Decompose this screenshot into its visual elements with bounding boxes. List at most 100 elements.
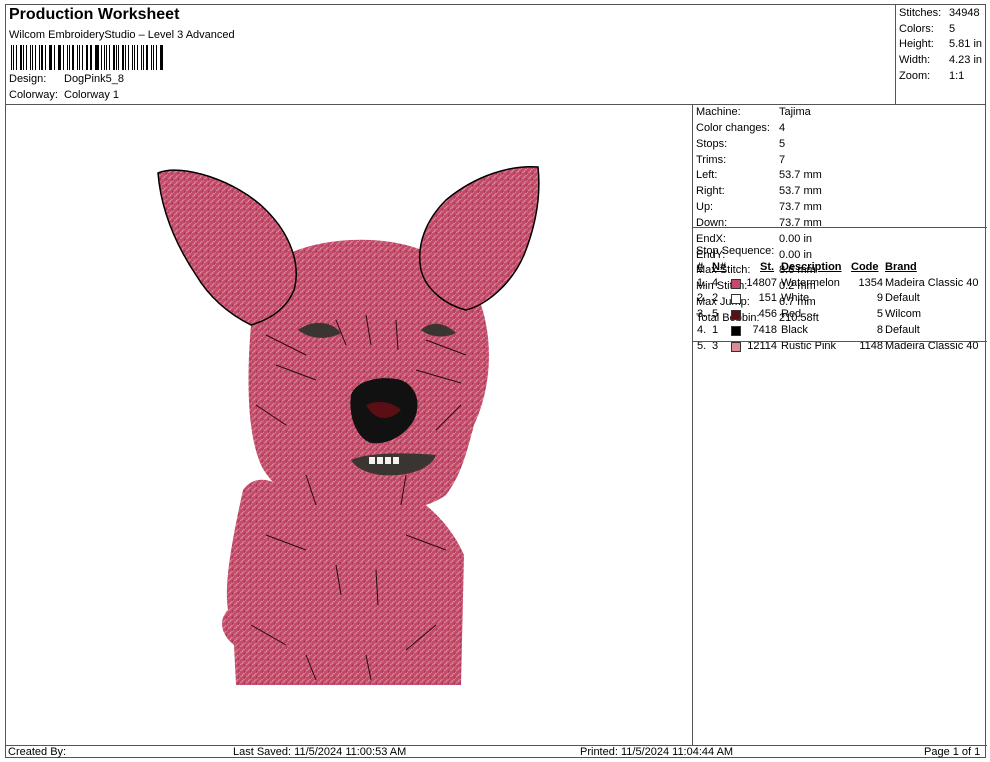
barcode-bar xyxy=(161,45,163,70)
stop-cell-brand: Madeira Classic 40 xyxy=(885,276,979,289)
barcode-bar xyxy=(122,45,125,70)
stop-cell-st: 151 xyxy=(758,292,777,305)
created-by: Created By: xyxy=(8,746,67,758)
barcode-bar xyxy=(34,45,37,70)
divider xyxy=(693,341,987,342)
stop-sequence-title: Stop Sequence: xyxy=(696,245,775,257)
summary-row: Width: 4.23 in xyxy=(899,54,983,67)
barcode-bar xyxy=(156,45,157,70)
stop-cell-code: 1354 xyxy=(858,276,883,289)
stop-cell-num: 4. xyxy=(697,323,707,336)
stop-sequence-header: # N# St. Description Code Brand xyxy=(697,260,917,273)
stop-cell-num: 2. xyxy=(697,292,707,305)
barcode-bar xyxy=(152,45,155,70)
barcode-bar xyxy=(25,45,28,70)
barcode-bar xyxy=(136,45,138,70)
barcode-bar xyxy=(30,45,31,70)
worksheet-frame: Production Worksheet Wilcom EmbroiderySt… xyxy=(5,4,987,759)
design-value: DogPink5_8 xyxy=(64,73,124,85)
barcode-bar xyxy=(104,45,105,70)
barcode-bar xyxy=(19,45,23,70)
barcode-bar xyxy=(11,45,13,70)
barcode-bar xyxy=(105,45,108,70)
stop-cell-code: 5 xyxy=(876,308,883,321)
colorway-label: Colorway: xyxy=(9,89,58,101)
barcode-bar xyxy=(96,45,99,70)
stop-row: 1. 4 14807 Watermelon 1354 Madeira Classic 40 xyxy=(693,276,987,292)
barcode-bar xyxy=(125,45,126,70)
info-row: Machine: Tajima xyxy=(696,106,811,118)
design-row: Design: DogPink5_8 xyxy=(9,73,124,85)
barcode-bar xyxy=(145,45,148,70)
summary-row: Stitches: 34948 xyxy=(899,7,980,19)
summary-row: Colors: 5 xyxy=(899,22,956,35)
summary-row: Height: 5.81 in xyxy=(899,38,983,51)
stop-row: 3. 5 456 Red 5 Wilcom xyxy=(693,307,987,323)
barcode-bar xyxy=(68,45,70,70)
info-row: Right: 53.7 mm xyxy=(696,185,822,198)
barcode-image xyxy=(11,45,165,70)
stop-cell-st: 7418 xyxy=(752,323,777,336)
barcode-bar xyxy=(142,45,144,70)
worksheet-footer: Created By: Last Saved: 11/5/2024 11:00:… xyxy=(6,745,987,759)
barcode-bar xyxy=(113,45,115,70)
colorway-value: Colorway 1 xyxy=(64,89,120,101)
last-saved: Last Saved: 11/5/2024 11:00:53 AM xyxy=(233,746,407,758)
color-swatch xyxy=(731,310,741,321)
barcode-bar xyxy=(118,45,120,70)
dog-embroidery-image xyxy=(157,166,540,685)
barcode-bar xyxy=(150,45,152,70)
barcode-bar xyxy=(39,45,40,70)
barcode-bar xyxy=(85,45,87,70)
divider xyxy=(693,227,987,228)
stop-cell-brand: Wilcom xyxy=(885,308,922,321)
info-row: Up: 73.7 mm xyxy=(696,201,822,214)
stop-sequence-table: Stop Sequence: # N# St. Description Code… xyxy=(693,244,987,355)
stop-cell-n: 4 xyxy=(712,276,719,289)
stop-cell-code: 9 xyxy=(876,292,883,305)
barcode-bar xyxy=(62,45,65,70)
stop-row: 2. 2 151 White 9 Default xyxy=(693,291,987,307)
barcode-bar xyxy=(40,45,44,70)
barcode-bar xyxy=(59,45,61,70)
barcode-bar xyxy=(115,45,117,70)
design-label: Design: xyxy=(9,73,47,85)
stop-cell-n: 2 xyxy=(712,292,719,305)
barcode-bar xyxy=(82,45,83,70)
barcode-bar xyxy=(31,45,33,70)
barcode-bar xyxy=(45,45,46,70)
stop-cell-st: 456 xyxy=(758,308,777,321)
barcode-bar xyxy=(100,45,102,70)
barcode-bar xyxy=(57,45,59,70)
stop-cell-desc: Black xyxy=(781,323,808,336)
stop-cell-n: 1 xyxy=(712,323,719,336)
color-swatch xyxy=(731,325,741,336)
barcode-bar xyxy=(76,45,78,70)
barcode-bar xyxy=(48,45,50,70)
page-number: Page 1 of 1 xyxy=(924,746,981,758)
color-swatch xyxy=(731,341,741,352)
printed-date: Printed: 11/5/2024 11:04:44 AM xyxy=(580,746,734,758)
stop-cell-code: 8 xyxy=(876,323,883,336)
barcode-bar xyxy=(159,45,161,70)
info-row: Stops: 5 xyxy=(696,137,786,150)
barcode-bar xyxy=(67,45,68,70)
barcode-bar xyxy=(94,45,96,70)
barcode-bar xyxy=(127,45,129,70)
barcode-bar xyxy=(109,45,111,70)
colorway-row: Colorway: Colorway 1 xyxy=(9,89,119,101)
barcode-bar xyxy=(13,45,15,70)
stop-cell-brand: Default xyxy=(885,292,920,305)
stop-cell-num: 1. xyxy=(697,276,707,289)
color-swatch xyxy=(731,278,741,289)
info-row: Color changes: 4 xyxy=(696,121,786,134)
barcode-bar xyxy=(131,45,134,70)
stop-row: 4. 1 7418 Black 8 Default xyxy=(693,323,987,339)
barcode-bar xyxy=(78,45,81,70)
software-name: Wilcom EmbroideryStudio – Level 3 Advanc… xyxy=(9,29,235,41)
summary-box: Stitches: 34948 Colors: 5 Height: 5.81 in W… xyxy=(895,5,986,105)
stop-cell-n: 5 xyxy=(712,308,719,321)
barcode-bar xyxy=(90,45,92,70)
barcode-bar xyxy=(16,45,17,70)
stop-cell-brand: Default xyxy=(885,323,920,336)
